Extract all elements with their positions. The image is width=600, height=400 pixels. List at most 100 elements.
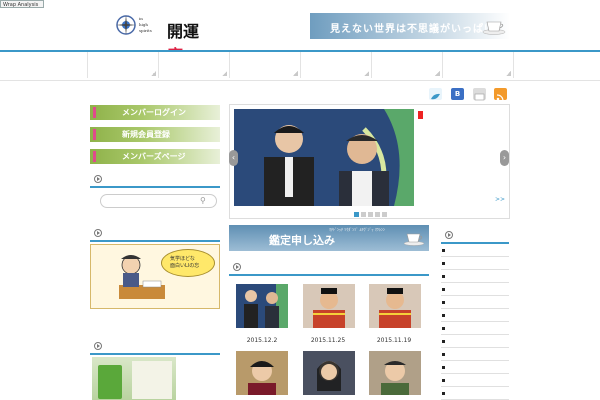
list-item[interactable] xyxy=(441,361,509,374)
list-bullet xyxy=(442,379,445,382)
image-slider xyxy=(229,104,510,219)
hatena-bookmark-icon[interactable]: B xyxy=(451,88,464,100)
coffee-cup-icon xyxy=(482,21,506,35)
logo-tagline: in high spirits xyxy=(139,16,152,33)
slider-more-link[interactable]: >> xyxy=(495,196,505,203)
coffee-cup-icon xyxy=(403,233,425,246)
slider-dot[interactable] xyxy=(368,212,373,217)
menu-marker xyxy=(93,107,96,118)
site-logo[interactable]: in high spirits 開運庵 xyxy=(115,14,215,65)
right-widget-header xyxy=(441,228,509,244)
list-bullet xyxy=(442,262,445,265)
list-bullet xyxy=(442,327,445,330)
slide-photo xyxy=(234,109,414,206)
members-page-button[interactable]: メンバーズページ xyxy=(90,149,220,164)
nav-corner xyxy=(293,71,298,76)
news-date: 2015.12.2 xyxy=(246,337,278,344)
menu-marker xyxy=(93,151,96,162)
banner-text: 見えない世界は不思議がいっぱい xyxy=(330,24,495,35)
list-item[interactable] xyxy=(441,387,509,400)
speech-bubble: 気学ほどな 面白いLIの忘 xyxy=(161,249,215,277)
appraisal-title: 鑑定申し込み xyxy=(269,234,335,247)
book-image[interactable] xyxy=(92,357,176,400)
news-thumbnail[interactable] xyxy=(369,351,421,395)
slider-dot[interactable] xyxy=(361,212,366,217)
news-thumbnail[interactable] xyxy=(303,284,355,328)
menu-marker xyxy=(93,129,96,140)
member-login-button[interactable]: メンバーログイン xyxy=(90,105,220,120)
slide-marker xyxy=(418,111,423,119)
search-icon[interactable]: ⚲ xyxy=(200,196,206,205)
news-date: 2015.11.19 xyxy=(376,337,412,344)
list-item[interactable] xyxy=(441,322,509,335)
compass-icon xyxy=(116,15,136,35)
nav-item[interactable] xyxy=(230,52,301,78)
appraisal-subtext: ﾏﾁﾄﾞﾝｯﾁ ｿｳﾀﾞﾝｿﾞ ﾑﾘｳﾞﾝﾞｯ ﾏﾂｼﾝﾝ xyxy=(329,227,385,232)
slider-dot[interactable] xyxy=(375,212,380,217)
list-item[interactable] xyxy=(441,270,509,283)
logo-title-main: 開運 xyxy=(167,22,200,41)
cartoon-image[interactable]: 気学ほどな 面白いLIの忘 xyxy=(90,244,220,309)
list-item[interactable] xyxy=(441,296,509,309)
nav-corner xyxy=(364,71,369,76)
list-item[interactable] xyxy=(441,257,509,270)
nav-corner xyxy=(506,71,511,76)
slider-dot[interactable] xyxy=(382,212,387,217)
menu-label: メンバーズページ xyxy=(122,152,186,161)
list-bullet xyxy=(442,249,445,252)
book-cover-title xyxy=(98,365,122,399)
header-banner[interactable]: 見えない世界は不思議がいっぱい xyxy=(310,13,510,39)
cartoon-widget xyxy=(90,226,220,242)
main-nav xyxy=(0,50,600,81)
list-bullet xyxy=(442,340,445,343)
list-bullet xyxy=(442,366,445,369)
nav-item[interactable] xyxy=(372,52,443,78)
list-bullet xyxy=(442,314,445,317)
nav-corner xyxy=(222,71,227,76)
widget-header xyxy=(90,226,220,242)
menu-label: メンバーログイン xyxy=(122,108,186,117)
nav-item[interactable] xyxy=(159,52,230,78)
widget-bullet-icon xyxy=(445,231,453,239)
slider-next-button[interactable]: › xyxy=(500,150,509,166)
nav-corner xyxy=(435,71,440,76)
menu-label: 新規会員登録 xyxy=(122,130,170,139)
speech-text: 気学ほどな 面白いLIの忘 xyxy=(170,256,200,269)
news-date: 2015.11.25 xyxy=(310,337,346,344)
news-thumbnail[interactable] xyxy=(303,351,355,395)
nav-corner xyxy=(151,71,156,76)
list-bullet xyxy=(442,275,445,278)
list-item[interactable] xyxy=(441,244,509,257)
list-item[interactable] xyxy=(441,374,509,387)
bird-share-icon[interactable] xyxy=(429,88,442,100)
widget-bullet-icon xyxy=(233,263,241,271)
list-bullet xyxy=(442,392,445,395)
nav-item[interactable] xyxy=(443,52,514,78)
book-widget xyxy=(90,339,220,355)
nav-item[interactable] xyxy=(0,52,88,78)
news-thumbnail[interactable] xyxy=(369,284,421,328)
widget-bullet-icon xyxy=(94,175,102,183)
slider-dot[interactable] xyxy=(354,212,359,217)
widget-bullet-icon xyxy=(94,229,102,237)
slider-prev-button[interactable]: ‹ xyxy=(229,150,238,166)
analysis-badge[interactable]: Wrap Analysis xyxy=(0,0,44,8)
list-item[interactable] xyxy=(441,348,509,361)
widget-bullet-icon xyxy=(94,342,102,350)
nav-item[interactable] xyxy=(88,52,159,78)
rss-icon[interactable] xyxy=(494,88,507,101)
news-header xyxy=(229,259,429,276)
list-item[interactable] xyxy=(441,309,509,322)
list-bullet xyxy=(442,353,445,356)
list-item[interactable] xyxy=(441,335,509,348)
nav-item[interactable] xyxy=(301,52,372,78)
appraisal-banner[interactable]: ﾏﾁﾄﾞﾝｯﾁ ｿｳﾀﾞﾝｿﾞ ﾑﾘｳﾞﾝﾞｯ ﾏﾂｼﾝﾝ 鑑定申し込み xyxy=(229,225,429,251)
new-registration-button[interactable]: 新規会員登録 xyxy=(90,127,220,142)
news-thumbnail[interactable] xyxy=(236,351,288,395)
book-cover-text xyxy=(132,361,172,399)
list-bullet xyxy=(442,288,445,291)
news-thumbnail[interactable] xyxy=(236,284,288,328)
mail-share-icon[interactable] xyxy=(473,88,486,101)
slide-image[interactable] xyxy=(234,109,414,206)
list-item[interactable] xyxy=(441,283,509,296)
